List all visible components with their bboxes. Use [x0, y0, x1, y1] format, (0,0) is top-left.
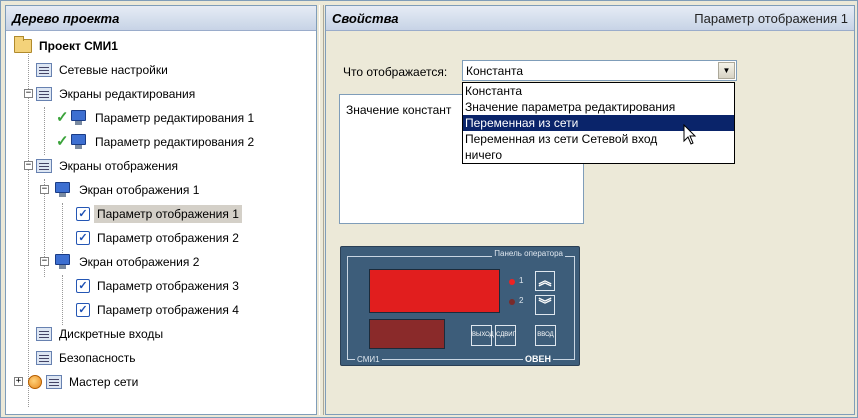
display-type-label: Что отображается: [343, 65, 448, 79]
display-type-select[interactable]: Константа ▼ [462, 60, 737, 81]
tree-connector [62, 203, 63, 253]
folder-icon [14, 36, 32, 53]
indicator-label-2: 2 [519, 296, 524, 305]
properties-header: Свойства Параметр отображения 1 [326, 6, 854, 31]
display-type-value: Константа [466, 63, 523, 78]
doc-icon [36, 351, 52, 365]
tree-item-edit-param-2[interactable]: ✓ Параметр редактирования 2 [56, 131, 257, 153]
checkmark-icon: ✓ [56, 109, 69, 126]
tree-item-display-screen-1[interactable]: Экран отображения 1 [54, 179, 202, 201]
monitor-icon [70, 134, 88, 150]
brand-logo: ОВЕН [522, 354, 553, 364]
properties-title: Свойства [332, 10, 399, 26]
tree-item-display-param-4[interactable]: ✓ Параметр отображения 4 [76, 299, 242, 321]
indicator-led-1 [509, 279, 515, 285]
tree-item-display-screens[interactable]: Экраны отображения [36, 155, 181, 177]
collapse-toggle[interactable]: − [24, 161, 33, 170]
tree-item-edit-screens[interactable]: Экраны редактирования [36, 83, 198, 105]
project-tree-title: Дерево проекта [12, 10, 120, 26]
indicator-label-1: 1 [519, 276, 524, 285]
app-window: Дерево проекта Проект СМИ1 Сетевые настр… [0, 0, 858, 418]
properties-panel: Свойства Параметр отображения 1 Что отоб… [325, 5, 855, 415]
tree-item-network-master[interactable]: Мастер сети [28, 371, 141, 393]
doc-icon [36, 327, 52, 341]
collapse-toggle[interactable]: − [40, 257, 49, 266]
monitor-icon [54, 182, 72, 198]
mouse-cursor-icon [683, 124, 697, 145]
dropdown-option[interactable]: Константа [463, 83, 734, 99]
dropdown-option[interactable]: ничего [463, 147, 734, 163]
operator-panel-image: Панель оператора 1 2 ︽ ︾ ВЫХОД СДВИГ ВВО… [340, 246, 580, 366]
device-display-main [369, 269, 500, 313]
tree-connector [44, 107, 45, 155]
project-tree[interactable]: Проект СМИ1 Сетевые настройки − Экраны р… [6, 31, 316, 413]
checkbox-icon: ✓ [76, 303, 90, 317]
display-type-dropdown[interactable]: Константа Значение параметра редактирова… [462, 82, 735, 164]
checkbox-icon: ✓ [76, 279, 90, 293]
checkbox-icon: ✓ [76, 231, 90, 245]
checkmark-icon: ✓ [56, 133, 69, 150]
tree-item-security[interactable]: Безопасность [36, 347, 139, 369]
constant-value-label: Значение констант [346, 103, 452, 117]
panel-splitter[interactable] [319, 5, 324, 415]
up-arrow-icon: ︽ [535, 271, 555, 291]
tree-connector [28, 47, 29, 407]
expand-toggle[interactable]: + [14, 377, 23, 386]
tree-connector [62, 275, 63, 325]
project-tree-header: Дерево проекта [6, 6, 316, 31]
chevron-down-icon[interactable]: ▼ [718, 62, 735, 79]
collapse-toggle[interactable]: − [40, 185, 49, 194]
monitor-icon [54, 254, 72, 270]
monitor-icon [70, 110, 88, 126]
dropdown-option[interactable]: Значение параметра редактирования [463, 99, 734, 115]
collapse-toggle[interactable]: − [24, 89, 33, 98]
tree-item-discrete-inputs[interactable]: Дискретные входы [36, 323, 166, 345]
properties-subtitle: Параметр отображения 1 [694, 10, 848, 26]
checkbox-icon: ✓ [76, 207, 90, 221]
tree-item-display-param-2[interactable]: ✓ Параметр отображения 2 [76, 227, 242, 249]
tree-item-display-param-1[interactable]: ✓ Параметр отображения 1 [76, 203, 242, 225]
device-key-enter: ВВОД [535, 325, 556, 346]
screens-doc-icon [36, 159, 52, 173]
device-model-label: СМИ1 [355, 355, 382, 364]
tree-item-display-param-3[interactable]: ✓ Параметр отображения 3 [76, 275, 242, 297]
indicator-led-2 [509, 299, 515, 305]
doc-icon [46, 375, 62, 389]
project-tree-panel: Дерево проекта Проект СМИ1 Сетевые настр… [5, 5, 317, 415]
screens-doc-icon [36, 87, 52, 101]
device-panel-title: Панель оператора [492, 249, 565, 258]
tree-item-edit-param-1[interactable]: ✓ Параметр редактирования 1 [56, 107, 257, 129]
warning-circle-icon [28, 375, 42, 389]
device-display-secondary [369, 319, 445, 349]
tree-item-display-screen-2[interactable]: Экран отображения 2 [54, 251, 202, 273]
tree-item-project[interactable]: Проект СМИ1 [14, 35, 121, 57]
device-key-shift: СДВИГ [495, 325, 516, 346]
tree-item-network-settings[interactable]: Сетевые настройки [36, 59, 171, 81]
down-arrow-icon: ︾ [535, 295, 555, 315]
settings-doc-icon [36, 63, 52, 77]
device-key-exit: ВЫХОД [471, 325, 494, 346]
